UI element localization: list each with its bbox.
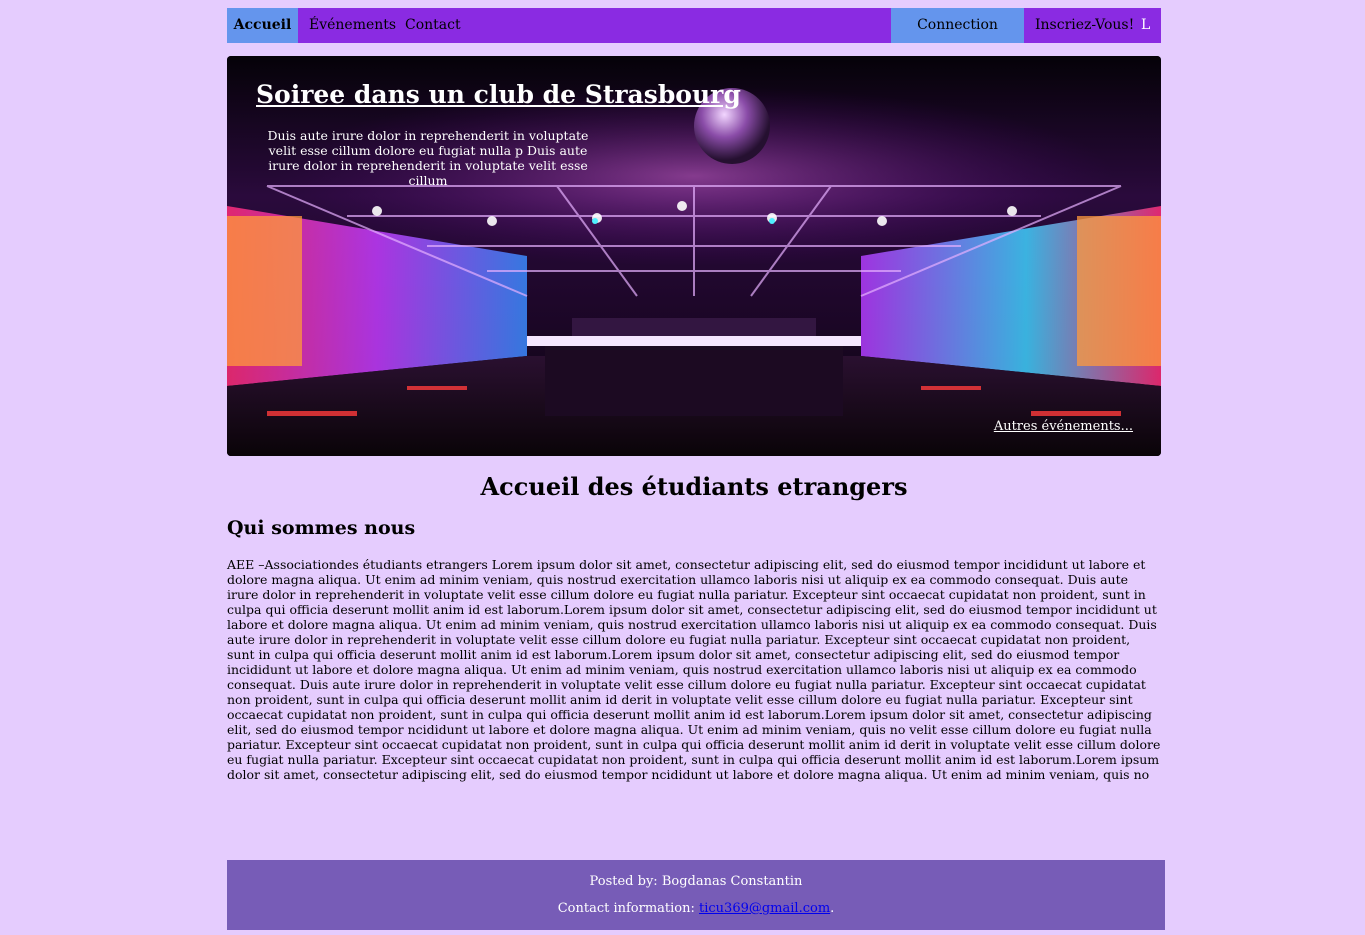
hero-description: Duis aute irure dolor in reprehenderit i… <box>267 128 589 188</box>
nav-home-link[interactable]: Accueil <box>227 8 298 43</box>
hero-banner: Soiree dans un club de Strasbourg Duis a… <box>227 56 1161 456</box>
top-navbar: Accueil Événements Contact Connection In… <box>227 8 1161 43</box>
section-heading: Qui sommes nous <box>227 517 416 539</box>
nav-events-link[interactable]: Événements <box>309 8 396 43</box>
footer-contact-label: Contact information: <box>557 901 700 916</box>
about-paragraph: AEE –Associationdes étudiants etrangers … <box>227 557 1161 782</box>
footer-contact: Contact information: ticu369@gmail.com. <box>227 901 1165 916</box>
club-hero-image <box>227 56 1161 456</box>
footer-email-suffix: . <box>830 901 835 916</box>
nav-extra-link[interactable]: L <box>1141 8 1150 43</box>
footer-email-link[interactable]: ticu369@gmail.com <box>699 901 830 916</box>
footer: Posted by: Bogdanas Constantin Contact i… <box>227 860 1165 930</box>
page-title: Accueil des étudiants etrangers <box>480 472 908 501</box>
footer-author: Posted by: Bogdanas Constantin <box>589 874 803 889</box>
nav-signup-link[interactable]: Inscriez-Vous! <box>1035 8 1134 43</box>
nav-contact-link[interactable]: Contact <box>405 8 461 43</box>
hero-title[interactable]: Soiree dans un club de Strasbourg <box>256 80 741 109</box>
more-events-link[interactable]: Autres événements... <box>994 419 1133 434</box>
nav-login-link[interactable]: Connection <box>891 8 1024 43</box>
